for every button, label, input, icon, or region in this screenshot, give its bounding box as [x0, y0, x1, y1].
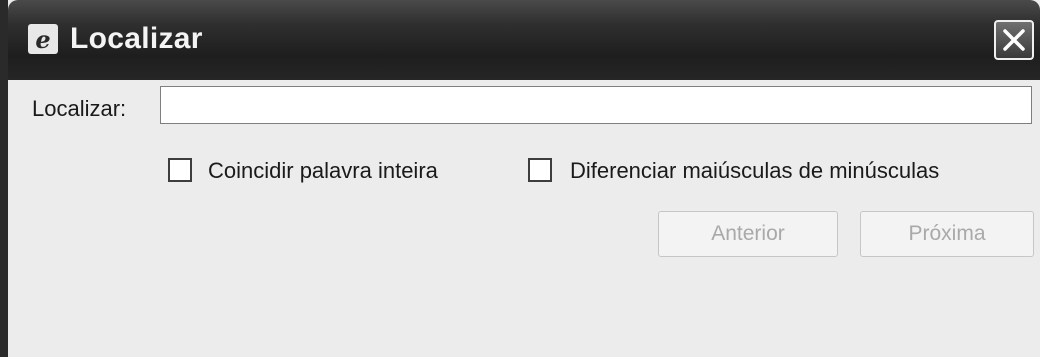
- whole-word-checkbox[interactable]: [168, 158, 192, 182]
- find-input[interactable]: [160, 86, 1032, 124]
- find-dialog: e Localizar Localizar: Coincidir palavra…: [0, 0, 1040, 357]
- ie-icon: e: [28, 24, 58, 54]
- whole-word-label[interactable]: Coincidir palavra inteira: [208, 158, 438, 184]
- window-title: Localizar: [70, 22, 203, 55]
- previous-button[interactable]: Anterior: [658, 211, 838, 257]
- dialog-body: Localizar: Coincidir palavra inteira Dif…: [8, 80, 1040, 357]
- title-bar[interactable]: e Localizar: [8, 0, 1040, 80]
- find-label: Localizar:: [32, 96, 127, 121]
- svg-text:e: e: [35, 25, 50, 54]
- next-button[interactable]: Próxima: [860, 211, 1034, 257]
- close-button[interactable]: [994, 20, 1034, 60]
- match-case-label[interactable]: Diferenciar maiúsculas de minúsculas: [570, 158, 939, 184]
- match-case-checkbox[interactable]: [528, 158, 552, 182]
